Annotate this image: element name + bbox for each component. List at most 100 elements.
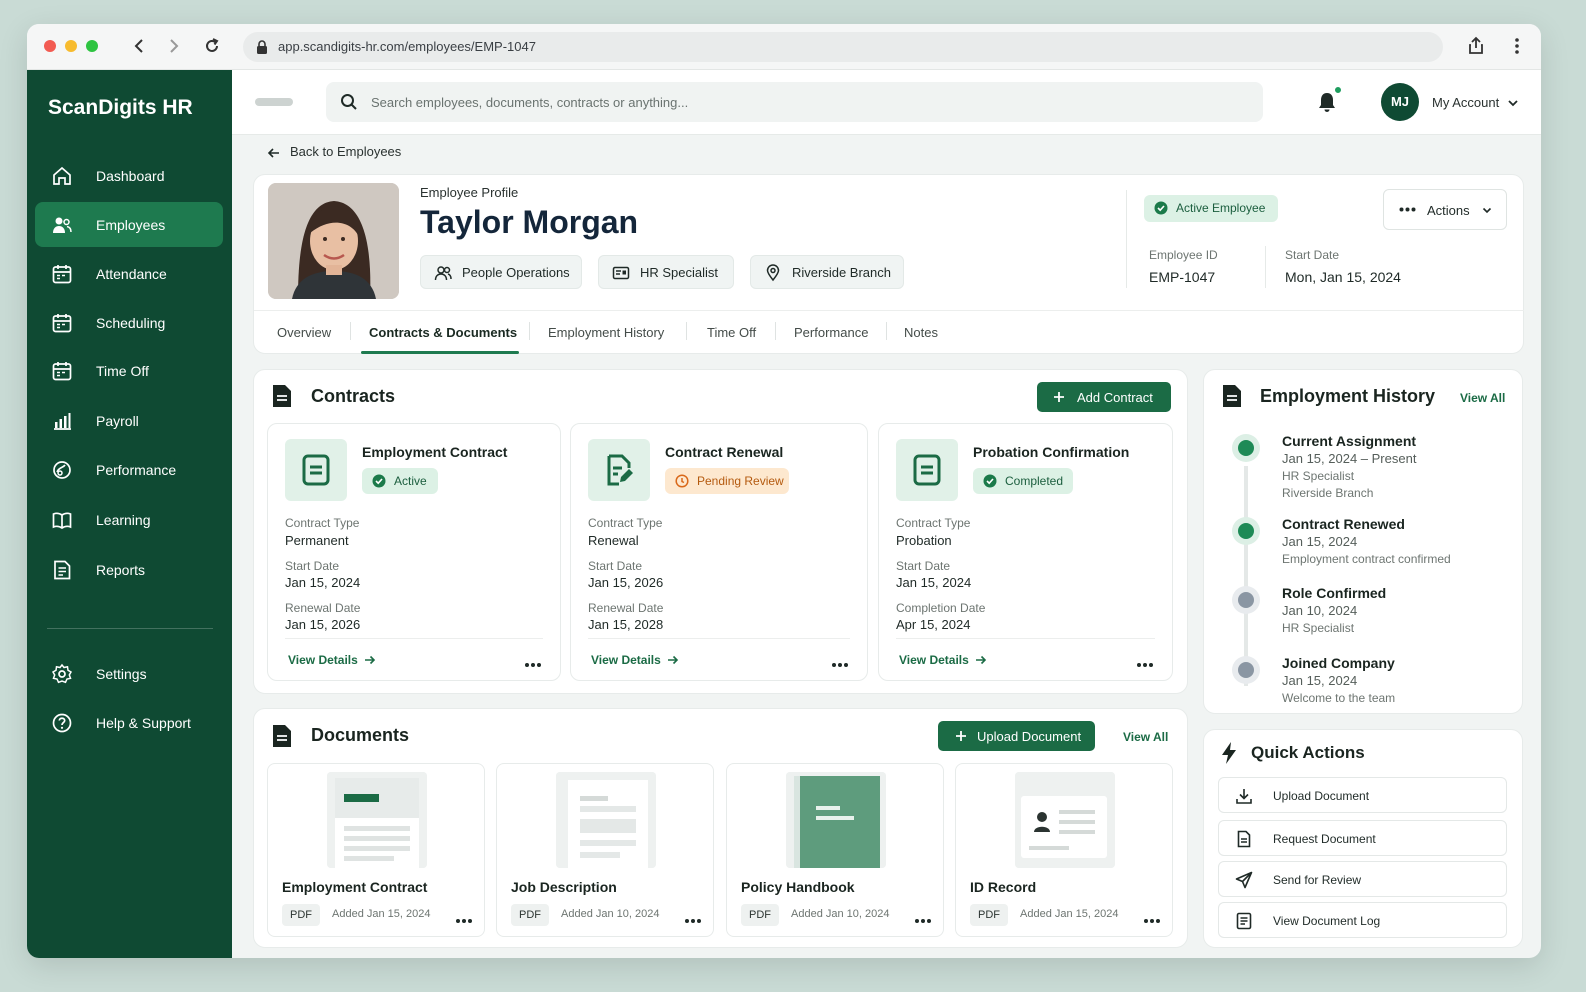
timeline-dot-inner [1238,523,1254,539]
document-title: Job Description [511,879,617,895]
calendar-icon [52,362,72,381]
tab-contracts-documents[interactable]: Contracts & Documents [369,325,517,340]
send-icon [1235,871,1253,889]
tab-performance[interactable]: Performance [794,325,868,340]
contract-status-label: Active [394,474,427,488]
more-horizontal-icon[interactable] [914,912,932,923]
document-thumbnail [1015,772,1115,868]
more-horizontal-icon[interactable] [524,656,542,667]
share-icon[interactable] [1466,36,1486,56]
bar-chart-icon [54,413,71,430]
more-vertical-icon[interactable] [1507,36,1527,56]
sidebar-item-employees[interactable]: Employees [35,202,223,247]
document-card[interactable]: ID Record PDF Added Jan 15, 2024 [955,763,1173,937]
back-arrow-icon[interactable] [129,36,149,56]
forward-arrow-icon[interactable] [164,36,184,56]
documents-view-all-link[interactable]: View All [1123,730,1168,744]
close-window-button[interactable] [44,40,56,52]
quick-action-upload-document[interactable]: Upload Document [1218,777,1507,813]
contract-card: Probation Confirmation Completed Contract … [878,423,1173,681]
profile-divider [1126,190,1127,288]
avatar[interactable]: MJ [1381,83,1419,121]
timeline-line [1244,466,1248,686]
book-icon [52,512,72,530]
sidebar-item-payroll[interactable]: Payroll [35,398,223,443]
sidebar-item-help-support[interactable]: Help & Support [35,700,223,745]
role-label: HR Specialist [640,265,719,280]
contract-field-label: Completion Date [896,601,986,615]
actions-label: Actions [1427,203,1470,218]
sidebar-item-label: Settings [96,666,147,682]
more-horizontal-icon[interactable] [1143,912,1161,923]
reload-icon[interactable] [202,36,222,56]
id-card-icon [612,266,630,280]
history-view-all-link[interactable]: View All [1460,391,1505,405]
maximize-window-button[interactable] [86,40,98,52]
view-details-link[interactable]: View Details [591,653,679,667]
view-details-link[interactable]: View Details [288,653,376,667]
upload-document-button[interactable]: Upload Document [938,721,1095,751]
sidebar-item-settings[interactable]: Settings [35,651,223,696]
history-detail: Welcome to the team [1282,691,1396,705]
view-details-link[interactable]: View Details [899,653,987,667]
contract-edit-icon [607,454,633,486]
performance-icon [53,461,71,479]
quick-actions-title: Quick Actions [1251,743,1365,762]
employee-id-value: EMP-1047 [1149,269,1216,285]
document-thumbnail [556,772,656,868]
document-icon [1237,830,1251,848]
sidebar-item-label: Learning [96,512,151,528]
location-label: Riverside Branch [792,265,891,280]
menu-toggle[interactable] [255,98,293,106]
document-card[interactable]: Job Description PDF Added Jan 10, 2024 [496,763,714,937]
quick-action-view-document-log[interactable]: View Document Log [1218,902,1507,938]
browser-chrome: app.scandigits-hr.com/employees/EMP-1047 [27,24,1541,70]
chevron-down-icon[interactable] [1506,96,1520,110]
sidebar-item-attendance[interactable]: Attendance [35,251,223,296]
more-horizontal-icon[interactable] [684,912,702,923]
history-date: Jan 15, 2024 [1282,534,1358,549]
history-title: Current Assignment [1282,433,1417,449]
tab-notes[interactable]: Notes [904,325,938,340]
sidebar-item-performance[interactable]: Performance [35,447,223,492]
account-menu[interactable]: My Account [1432,95,1499,110]
contract-title: Probation Confirmation [973,444,1130,460]
search-placeholder: Search employees, documents, contracts o… [371,95,689,110]
tab-time-off[interactable]: Time Off [707,325,756,340]
actions-button[interactable]: Actions [1383,189,1507,230]
more-horizontal-icon[interactable] [1136,656,1154,667]
address-bar[interactable]: app.scandigits-hr.com/employees/EMP-1047 [243,32,1443,62]
tab-employment-history[interactable]: Employment History [548,325,664,340]
clock-icon [675,474,689,488]
document-icon [1223,385,1241,407]
sidebar-item-time-off[interactable]: Time Off [35,348,223,393]
department-label: People Operations [462,265,570,280]
quick-action-request-document[interactable]: Request Document [1218,820,1507,856]
history-date: Jan 15, 2024 – Present [1282,451,1417,466]
document-added-date: Added Jan 10, 2024 [561,908,660,920]
quick-action-send-for-review[interactable]: Send for Review [1218,861,1507,897]
notification-dot [1333,85,1343,95]
browser-window: app.scandigits-hr.com/employees/EMP-1047… [27,24,1541,958]
sidebar-item-dashboard[interactable]: Dashboard [35,153,223,198]
active-tab-indicator [361,351,519,354]
quick-action-label: Request Document [1273,832,1376,846]
search-input[interactable]: Search employees, documents, contracts o… [326,82,1263,122]
contract-icon-box [588,439,650,501]
more-horizontal-icon[interactable] [831,656,849,667]
sidebar-item-scheduling[interactable]: Scheduling [35,300,223,345]
minimize-window-button[interactable] [65,40,77,52]
more-horizontal-icon[interactable] [455,912,473,923]
document-card[interactable]: Employment Contract PDF Added Jan 15, 2024 [267,763,485,937]
status-label: Active Employee [1176,201,1266,215]
add-contract-button[interactable]: Add Contract [1037,382,1171,412]
document-title: Employment Contract [282,879,428,895]
sidebar-item-learning[interactable]: Learning [35,497,223,542]
tab-overview[interactable]: Overview [277,325,331,340]
chevron-down-icon [1482,207,1492,214]
document-card[interactable]: Policy Handbook PDF Added Jan 10, 2024 [726,763,944,937]
timeline-dot-inner [1238,592,1254,608]
view-details-label: View Details [899,653,969,667]
sidebar-item-reports[interactable]: Reports [35,547,223,592]
contract-field-value: Renewal [588,533,639,548]
